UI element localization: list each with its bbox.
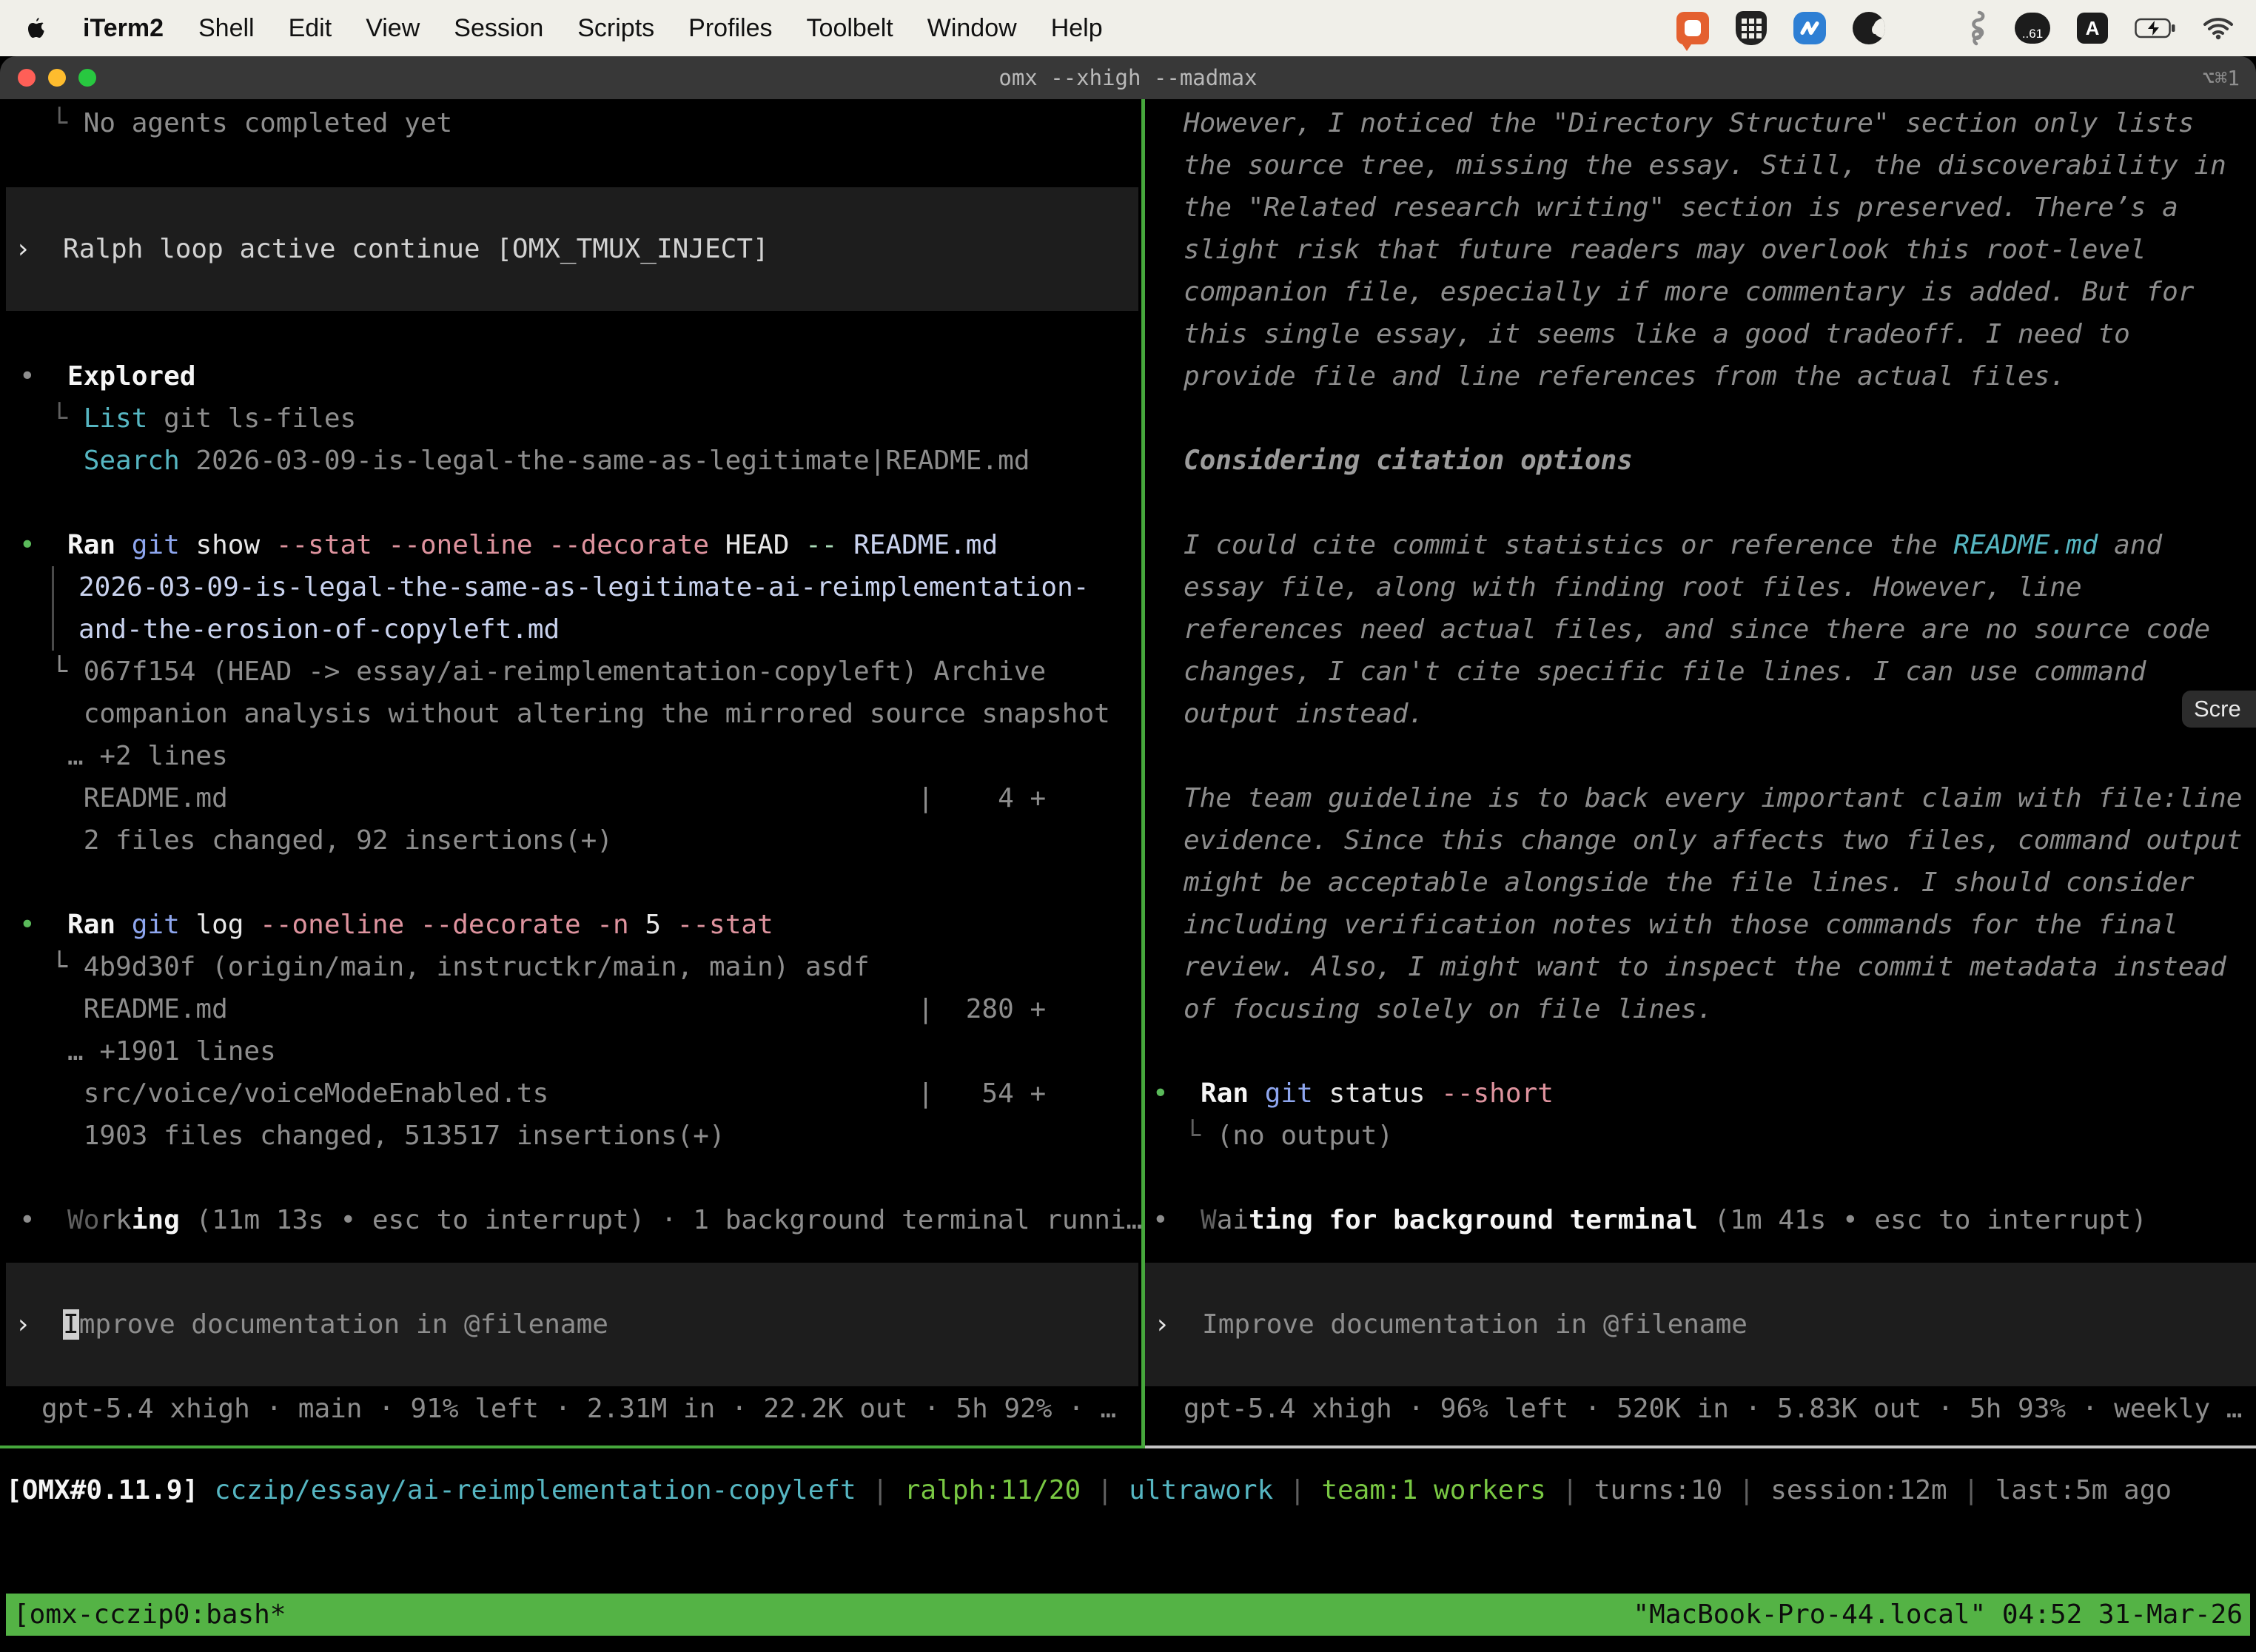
ran-git-log-output: └ 4b9d30f (origin/main, instructkr/main,… — [19, 946, 1141, 1157]
thinking-paragraph-3: The team guideline is to back every impo… — [1152, 777, 2256, 1030]
traffic-lights — [0, 69, 96, 87]
thinking-heading: Considering citation options — [1152, 440, 2256, 482]
ran-git-log-command: • Ran git log --oneline --decorate -n 5 … — [19, 904, 1141, 946]
right-prompt-input[interactable]: › Improve documentation in @filename — [1145, 1263, 2256, 1386]
no-output-line: └ (no output) — [1152, 1115, 2256, 1157]
ran-git-show-wrapped-args: 2026-03-09-is-legal-the-same-as-legitima… — [52, 566, 1141, 651]
dark-crescent-icon[interactable] — [1853, 12, 1885, 44]
right-model-status-line: gpt-5.4 xhigh · 96% left · 520K in · 5.8… — [1152, 1388, 2256, 1430]
waiting-status-line: • Waiting for background terminal (1m 41… — [1152, 1199, 2256, 1241]
explored-list-line: └ List git ls-files — [19, 397, 1141, 440]
pane-bottom-border — [0, 1446, 2256, 1448]
menu-status-icons: ..61 A — [1676, 10, 2256, 46]
dots-grid-icon[interactable] — [1912, 14, 1941, 43]
window-title: omx --xhigh --madmax — [0, 65, 2256, 90]
wifi-icon[interactable] — [2203, 16, 2234, 40]
working-status-line: • Working (11m 13s • esc to interrupt) ·… — [19, 1199, 1141, 1241]
ralph-loop-banner-text: › Ralph loop active continue [OMX_TMUX_I… — [15, 228, 769, 270]
left-pane[interactable]: └ No agents completed yet › Ralph loop a… — [0, 99, 1141, 1446]
iterm2-window: omx --xhigh --madmax ⌥⌘1 └ No agents com… — [0, 56, 2256, 1652]
agents-note-line: └ No agents completed yet — [19, 102, 1141, 144]
minimize-button[interactable] — [48, 69, 66, 87]
a-square-icon[interactable]: A — [2077, 13, 2108, 44]
explored-search-line: Search 2026-03-09-is-legal-the-same-as-l… — [19, 440, 1141, 482]
right-pane[interactable]: However, I noticed the "Directory Struct… — [1145, 99, 2256, 1446]
left-prompt-input[interactable]: › Improve documentation in @filename — [6, 1263, 1138, 1386]
ralph-loop-banner: › Ralph loop active continue [OMX_TMUX_I… — [6, 187, 1138, 311]
zoom-button[interactable] — [78, 69, 96, 87]
terminal-area: └ No agents completed yet › Ralph loop a… — [0, 99, 2256, 1652]
blue-badge-icon[interactable] — [1793, 12, 1826, 44]
thinking-paragraph-2-line-1: I could cite commit statistics or refere… — [1152, 524, 2256, 566]
shield-grid-icon[interactable] — [1736, 11, 1767, 45]
menu-items[interactable]: ShellEditViewSessionScriptsProfilesToolb… — [181, 14, 1120, 43]
pane-bottom-border-active — [0, 1446, 1145, 1448]
ran-git-status-command: • Ran git status --short — [1152, 1072, 2256, 1115]
tmux-panes: └ No agents completed yet › Ralph loop a… — [0, 99, 2256, 1446]
thinking-paragraph-1: However, I noticed the "Directory Struct… — [1152, 102, 2256, 397]
right-prompt-input-text: › Improve documentation in @filename — [1154, 1303, 1748, 1346]
screen-edge-tooltip-label: Scre — [2194, 696, 2241, 722]
menu-app-name[interactable]: iTerm2 — [65, 14, 181, 43]
left-model-status-line: gpt-5.4 xhigh · main · 91% left · 2.31M … — [19, 1388, 1141, 1430]
ran-git-show-output: └ 067f154 (HEAD -> essay/ai-reimplementa… — [19, 651, 1141, 862]
close-button[interactable] — [18, 69, 36, 87]
ran-git-show-command: • Ran git show --stat --oneline --decora… — [19, 524, 1141, 566]
apple-menu-icon[interactable] — [0, 16, 65, 40]
menu-bar: iTerm2 ShellEditViewSessionScriptsProfil… — [0, 0, 2256, 56]
cloud-61-icon[interactable]: ..61 — [2015, 13, 2050, 44]
window-shortcut-badge: ⌥⌘1 — [2202, 66, 2240, 90]
tmux-session-label: [omx-cczip0:bash* — [13, 1594, 286, 1636]
squiggle-icon[interactable] — [1967, 10, 1988, 46]
window-title-bar[interactable]: omx --xhigh --madmax ⌥⌘1 — [0, 56, 2256, 99]
screen-edge-tooltip[interactable]: Scre — [2182, 691, 2256, 728]
explored-header: • Explored — [19, 355, 1141, 397]
chat-icon[interactable] — [1676, 12, 1709, 44]
tmux-status-bar: [omx-cczip0:bash* "MacBook-Pro-44.local"… — [6, 1594, 2250, 1636]
thinking-paragraph-2-rest: essay file, along with finding root file… — [1152, 566, 2256, 735]
battery-icon[interactable] — [2135, 18, 2176, 38]
left-prompt-input-text: › Improve documentation in @filename — [15, 1303, 608, 1346]
omx-status-line: [OMX#0.11.9] cczip/essay/ai-reimplementa… — [0, 1469, 2256, 1511]
pane-bottom-border-inactive — [1145, 1446, 2256, 1448]
tmux-host-clock-label: "MacBook-Pro-44.local" 04:52 31-Mar-26 — [1633, 1594, 2243, 1636]
